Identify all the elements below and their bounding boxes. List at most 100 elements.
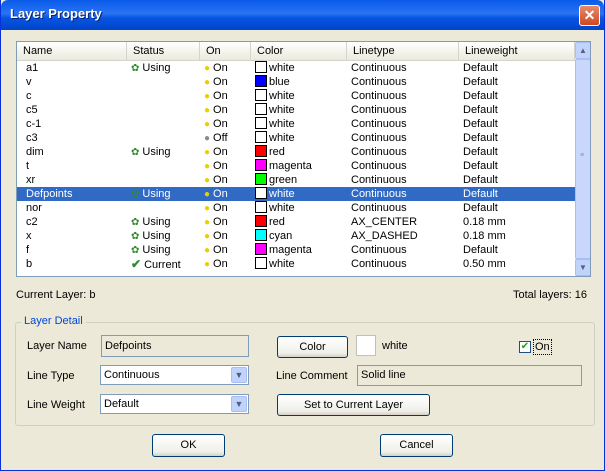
color-name-text: white bbox=[269, 118, 295, 130]
color-cell[interactable]: red bbox=[255, 145, 285, 159]
on-cell[interactable]: ● On bbox=[204, 187, 228, 201]
on-cell[interactable]: ● On bbox=[204, 201, 228, 215]
on-cell[interactable]: ● On bbox=[204, 75, 228, 89]
lineweight-cell: 0.18 mm bbox=[463, 216, 506, 228]
color-cell[interactable]: white bbox=[255, 187, 295, 201]
on-cell[interactable]: ● On bbox=[204, 173, 228, 187]
color-swatch bbox=[255, 61, 267, 73]
lineweight-cell: Default bbox=[463, 244, 498, 256]
column-header-color[interactable]: Color bbox=[251, 42, 347, 60]
scroll-up-button[interactable]: ▲ bbox=[575, 42, 590, 59]
table-row[interactable]: dim ✿ Using ● On red Continuous Default bbox=[17, 145, 575, 159]
chevron-down-icon[interactable]: ▼ bbox=[231, 367, 247, 383]
color-cell[interactable]: white bbox=[255, 117, 295, 131]
linetype-cell: Continuous bbox=[351, 258, 407, 270]
color-cell[interactable]: white bbox=[255, 257, 295, 271]
ok-button[interactable]: OK bbox=[152, 434, 225, 457]
color-cell[interactable]: white bbox=[255, 103, 295, 117]
on-cell[interactable]: ● On bbox=[204, 159, 228, 173]
line-comment-field[interactable]: Solid line bbox=[357, 365, 582, 386]
color-cell[interactable]: magenta bbox=[255, 243, 312, 257]
scroll-down-button[interactable]: ▼ bbox=[575, 259, 590, 276]
table-row[interactable]: c5 ● On white Continuous Default bbox=[17, 103, 575, 117]
current-layer-label: Current Layer: b bbox=[16, 289, 96, 301]
set-current-layer-button[interactable]: Set to Current Layer bbox=[277, 394, 430, 416]
table-row[interactable]: c3 ● Off white Continuous Default bbox=[17, 131, 575, 145]
table-row[interactable]: a1 ✿ Using ● On white Continuous Default bbox=[17, 61, 575, 75]
gear-icon: ✿ bbox=[131, 217, 140, 228]
color-button[interactable]: Color bbox=[277, 336, 348, 358]
line-weight-select[interactable]: Default ▼ bbox=[100, 394, 249, 414]
column-header-on[interactable]: On bbox=[200, 42, 251, 60]
color-cell[interactable]: white bbox=[255, 89, 295, 103]
table-row[interactable]: Defpoints ✿ Using ● On white Continuous Default bbox=[17, 187, 575, 201]
color-name-text: white bbox=[269, 258, 295, 270]
chevron-down-icon[interactable]: ▼ bbox=[231, 396, 247, 412]
color-swatch bbox=[255, 89, 267, 101]
color-cell[interactable]: magenta bbox=[255, 159, 312, 173]
table-row[interactable]: xr ● On green Continuous Default bbox=[17, 173, 575, 187]
lineweight-cell: Default bbox=[463, 146, 498, 158]
color-cell[interactable]: blue bbox=[255, 75, 290, 89]
total-layers-label: Total layers: 16 bbox=[513, 289, 587, 301]
lineweight-cell: Default bbox=[463, 62, 498, 74]
on-cell[interactable]: ● On bbox=[204, 89, 228, 103]
table-row[interactable]: c ● On white Continuous Default bbox=[17, 89, 575, 103]
on-cell[interactable]: ● Off bbox=[204, 131, 228, 145]
on-cell[interactable]: ● On bbox=[204, 117, 228, 131]
color-cell[interactable]: cyan bbox=[255, 229, 292, 243]
line-type-select[interactable]: Continuous ▼ bbox=[100, 365, 249, 385]
table-row[interactable]: x ✿ Using ● On cyan AX_DASHED 0.18 mm bbox=[17, 229, 575, 243]
column-header-name[interactable]: Name bbox=[17, 42, 127, 60]
table-row[interactable]: nor ● On white Continuous Default bbox=[17, 201, 575, 215]
on-checkbox[interactable]: ✔ bbox=[519, 341, 531, 353]
on-state-text: On bbox=[213, 146, 228, 158]
color-swatch bbox=[255, 187, 267, 199]
on-cell[interactable]: ● On bbox=[204, 229, 228, 243]
status-cell: ✿ Using bbox=[131, 215, 171, 229]
color-swatch bbox=[255, 75, 267, 87]
on-cell[interactable]: ● On bbox=[204, 145, 228, 159]
vertical-scrollbar[interactable]: ▲ ≡ ▼ bbox=[575, 42, 590, 276]
line-comment-label: Line Comment bbox=[276, 370, 348, 382]
lineweight-cell: Default bbox=[463, 118, 498, 130]
on-cell[interactable]: ● On bbox=[204, 215, 228, 229]
color-cell[interactable]: green bbox=[255, 173, 297, 187]
color-cell[interactable]: white bbox=[255, 61, 295, 75]
on-cell[interactable]: ● On bbox=[204, 243, 228, 257]
on-cell[interactable]: ● On bbox=[204, 257, 228, 271]
table-row[interactable]: t ● On magenta Continuous Default bbox=[17, 159, 575, 173]
column-header-linetype[interactable]: Linetype bbox=[347, 42, 459, 60]
on-state-text: On bbox=[213, 160, 228, 172]
title-bar[interactable]: Layer Property ✕ bbox=[1, 0, 604, 30]
on-state-text: On bbox=[213, 62, 228, 74]
on-checkbox-label[interactable]: On bbox=[533, 339, 552, 355]
color-name-text: red bbox=[269, 216, 285, 228]
table-row[interactable]: c2 ✿ Using ● On red AX_CENTER 0.18 mm bbox=[17, 215, 575, 229]
on-state-text: On bbox=[213, 202, 228, 214]
table-row[interactable]: c-1 ● On white Continuous Default bbox=[17, 117, 575, 131]
linetype-cell: AX_CENTER bbox=[351, 216, 418, 228]
on-cell[interactable]: ● On bbox=[204, 61, 228, 75]
column-header-status[interactable]: Status bbox=[127, 42, 200, 60]
linetype-cell: Continuous bbox=[351, 146, 407, 158]
on-cell[interactable]: ● On bbox=[204, 103, 228, 117]
color-cell[interactable]: white bbox=[255, 131, 295, 145]
table-row[interactable]: f ✿ Using ● On magenta Continuous Default bbox=[17, 243, 575, 257]
lightbulb-icon: ● bbox=[204, 161, 211, 172]
scroll-thumb[interactable]: ≡ bbox=[575, 59, 590, 259]
layer-name-field[interactable]: Defpoints bbox=[101, 335, 249, 357]
layer-name-cell: Defpoints bbox=[26, 188, 73, 200]
table-row[interactable]: v ● On blue Continuous Default bbox=[17, 75, 575, 89]
status-cell: ✿ Using bbox=[131, 243, 171, 257]
column-header-lineweight[interactable]: Lineweight bbox=[459, 42, 575, 60]
color-cell[interactable]: white bbox=[255, 201, 295, 215]
table-row[interactable]: b ✔ Current ● On white Continuous 0.50 mm bbox=[17, 257, 575, 271]
color-swatch bbox=[255, 173, 267, 185]
layer-list[interactable]: Name Status On Color Linetype Lineweight… bbox=[16, 41, 591, 277]
color-cell[interactable]: red bbox=[255, 215, 285, 229]
close-button[interactable]: ✕ bbox=[579, 5, 600, 26]
on-state-text: On bbox=[213, 104, 228, 116]
lineweight-cell: Default bbox=[463, 188, 498, 200]
cancel-button[interactable]: Cancel bbox=[380, 434, 453, 457]
